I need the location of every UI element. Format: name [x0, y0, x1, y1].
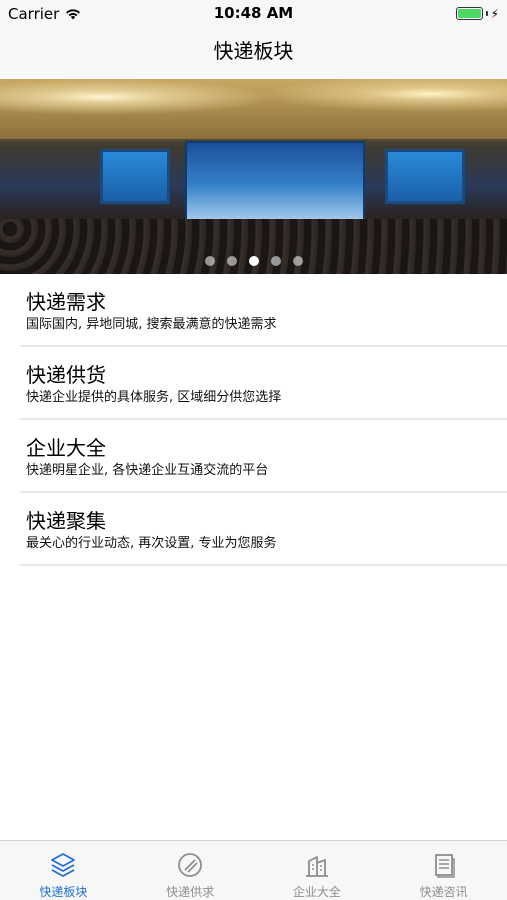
battery-fill: [457, 9, 481, 18]
feature-list: 快递需求国际国内, 异地同城, 搜索最满意的快递需求快递供货快递企业提供的具体服…: [20, 274, 507, 566]
banner-photo-side-screen-right: [385, 149, 465, 204]
tab-label: 快递供求: [166, 885, 215, 899]
slash-circle-icon: [176, 851, 204, 879]
list-item[interactable]: 企业大全快递明星企业, 各快递企业互通交流的平台: [20, 420, 507, 493]
list-item-subtitle: 最关心的行业动态, 再次设置, 专业为您服务: [26, 536, 277, 551]
banner-photo-stage-screen: [185, 141, 365, 221]
battery-icon: [455, 7, 483, 20]
building-icon: [303, 851, 331, 879]
list-item-title: 快递聚集: [26, 509, 106, 533]
charging-bolt-icon: ⚡: [490, 6, 499, 21]
tab-label: 快递咨讯: [419, 885, 468, 899]
tab-bar: 快递板块 快递供求 企业大全 快递咨讯: [0, 840, 507, 900]
carousel-dot[interactable]: [226, 256, 237, 266]
carousel-dot[interactable]: [292, 256, 303, 266]
status-right: ⚡: [455, 6, 499, 21]
page-title: 快递板块: [213, 39, 294, 63]
list-item-title: 快递供货: [26, 363, 106, 387]
carousel-dot[interactable]: [248, 256, 259, 266]
carousel-dot[interactable]: [270, 256, 281, 266]
layers-icon: [49, 851, 77, 879]
tab-item[interactable]: 快递咨讯: [380, 841, 507, 900]
carousel-page-indicator[interactable]: [0, 256, 507, 266]
tab-item[interactable]: 快递供求: [127, 841, 254, 900]
list-item[interactable]: 快递供货快递企业提供的具体服务, 区域细分供您选择: [20, 347, 507, 420]
list-item-title: 企业大全: [26, 436, 106, 460]
banner-photo-ceiling: [0, 79, 507, 139]
list-item-subtitle: 快递明星企业, 各快递企业互通交流的平台: [26, 463, 269, 478]
tab-item[interactable]: 快递板块: [0, 841, 127, 900]
navigation-bar: 快递板块: [0, 28, 507, 79]
list-item-subtitle: 国际国内, 异地同城, 搜索最满意的快递需求: [26, 317, 277, 332]
news-icon: [430, 851, 458, 879]
banner-photo-side-screen-left: [100, 149, 170, 204]
status-bar: Carrier 10:48 AM ⚡: [0, 0, 507, 28]
banner-carousel[interactable]: [0, 79, 507, 274]
status-time: 10:48 AM: [213, 4, 294, 22]
tab-label: 快递板块: [39, 885, 88, 899]
list-item[interactable]: 快递聚集最关心的行业动态, 再次设置, 专业为您服务: [20, 493, 507, 566]
tab-item[interactable]: 企业大全: [254, 841, 381, 900]
list-item[interactable]: 快递需求国际国内, 异地同城, 搜索最满意的快递需求: [20, 274, 507, 347]
carousel-dot[interactable]: [204, 256, 215, 266]
list-item-title: 快递需求: [26, 290, 106, 314]
battery-cap: [485, 11, 488, 16]
tab-label: 企业大全: [292, 885, 341, 899]
list-item-subtitle: 快递企业提供的具体服务, 区域细分供您选择: [26, 390, 282, 405]
